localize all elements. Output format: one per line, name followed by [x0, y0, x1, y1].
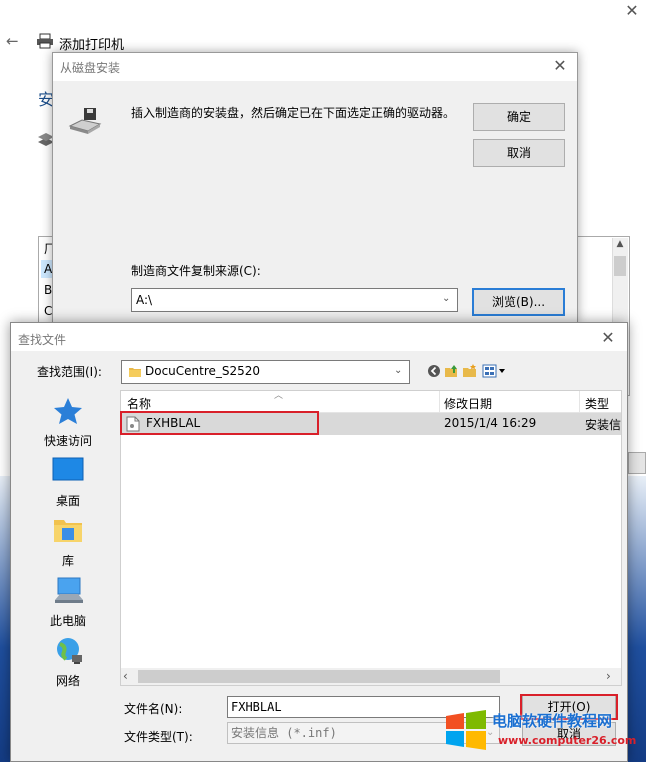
chevron-down-icon[interactable]: ⌄ [442, 293, 454, 305]
computer-icon [52, 576, 84, 606]
column-separator[interactable] [579, 391, 580, 413]
place-desktop[interactable]: 桌面 [22, 456, 114, 508]
place-libraries[interactable]: 库 [22, 516, 114, 568]
look-in-value: DocuCentre_S2520 [145, 364, 261, 378]
chevron-down-icon[interactable]: ⌄ [394, 365, 402, 376]
ok-button[interactable]: 确定 [473, 103, 565, 131]
back-arrow-icon[interactable]: ← [6, 32, 19, 50]
disk-dialog-message: 插入制造商的安装盘，然后确定已在下面选定正确的驱动器。 [131, 106, 456, 120]
view-menu-icon[interactable] [482, 363, 508, 379]
list-item[interactable]: A [44, 262, 52, 276]
desktop-icon [52, 456, 84, 486]
windows-logo-icon [444, 710, 488, 750]
new-folder-icon[interactable] [462, 363, 478, 379]
wizard-title: 添加打印机 [59, 38, 125, 53]
source-path-combobox[interactable]: A:\ [131, 288, 458, 312]
source-label: 制造商文件复制来源(C): [131, 264, 261, 278]
column-header-type[interactable]: 类型 [585, 395, 609, 412]
cancel-button[interactable]: 取消 [473, 139, 565, 167]
wizard-partial-button[interactable] [628, 452, 646, 474]
floppy-drive-icon [68, 106, 102, 136]
look-in-label: 查找范围(I): [37, 365, 102, 379]
horizontal-scroll-thumb[interactable] [138, 670, 500, 683]
list-item[interactable]: B [44, 283, 52, 297]
up-folder-icon[interactable] [444, 363, 460, 379]
wizard-close-icon[interactable]: ✕ [622, 2, 642, 22]
watermark-url: www.computer26.com [498, 734, 637, 747]
column-separator[interactable] [439, 391, 440, 413]
column-header-modified[interactable]: 修改日期 [444, 395, 492, 412]
disk-dialog-titlebar[interactable] [53, 53, 577, 81]
sort-ascending-icon: ︿ [274, 391, 284, 401]
scroll-up-icon[interactable]: ▲ [612, 239, 628, 253]
file-type-cell: 安装信息 [585, 418, 621, 432]
watermark-text: 电脑软硬件教程网 [492, 712, 613, 730]
file-highlight-box [120, 411, 319, 435]
back-navigation-icon[interactable] [426, 363, 442, 379]
file-name-label: 文件名(N): [124, 702, 183, 716]
find-dialog-titlebar[interactable] [11, 323, 627, 351]
network-globe-icon [52, 636, 84, 666]
star-icon [52, 396, 84, 426]
scroll-thumb[interactable] [614, 256, 626, 276]
place-quick-access[interactable]: 快速访问 [22, 396, 114, 448]
file-type-label: 文件类型(T): [124, 730, 193, 744]
disk-dialog-title: 从磁盘安装 [60, 61, 121, 75]
browse-button[interactable]: 浏览(B)... [472, 288, 565, 316]
find-dialog-close-icon[interactable]: ✕ [598, 328, 618, 348]
scroll-left-icon[interactable]: ‹ [123, 669, 128, 683]
file-date-cell: 2015/1/4 16:29 [444, 416, 537, 430]
place-this-pc[interactable]: 此电脑 [22, 576, 114, 628]
find-dialog-title: 查找文件 [18, 333, 67, 347]
column-header-name[interactable]: 名称 [127, 395, 151, 412]
folder-icon [128, 365, 142, 379]
column-header-row [121, 391, 621, 413]
place-network[interactable]: 网络 [22, 636, 114, 688]
printer-icon [36, 33, 54, 49]
scroll-right-icon[interactable]: › [606, 669, 611, 683]
install-from-disk-dialog [52, 52, 578, 324]
library-icon [52, 516, 84, 546]
disk-dialog-close-icon[interactable]: ✕ [550, 56, 570, 76]
